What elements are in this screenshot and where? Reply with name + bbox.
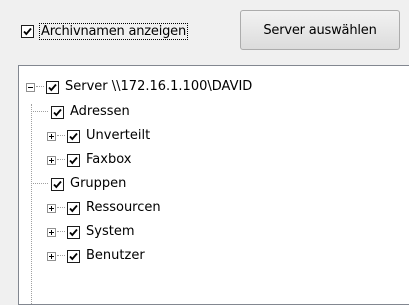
checkbox-checked-icon[interactable] <box>51 105 64 119</box>
checkbox-checked-icon[interactable] <box>67 153 80 167</box>
tree-node-label: Gruppen <box>70 176 127 191</box>
checkbox-checked-icon[interactable] <box>51 177 64 191</box>
toolbar: Archivnamen anzeigen Server auswählen <box>0 0 409 60</box>
show-archive-names-checkbox[interactable]: Archivnamen anzeigen <box>21 22 189 40</box>
checkbox-checked-icon[interactable] <box>21 24 34 38</box>
show-archive-names-label[interactable]: Archivnamen anzeigen <box>39 22 189 40</box>
expand-icon[interactable] <box>47 131 56 141</box>
expand-icon[interactable] <box>47 227 56 237</box>
tree-node-label: Benutzer <box>86 248 145 263</box>
tree-node-label: Ressourcen <box>86 200 161 215</box>
tree-connector <box>57 231 65 233</box>
tree-node-server-root[interactable]: Server \\172.16.1.100\DAVID <box>26 76 252 98</box>
tree-node-faxbox[interactable]: Faxbox <box>47 149 131 171</box>
tree-node-label: Unverteilt <box>86 128 151 143</box>
tree-connector <box>57 159 65 161</box>
expand-icon[interactable] <box>47 251 56 261</box>
tree-connector <box>36 86 44 88</box>
select-server-button[interactable]: Server auswählen <box>240 10 400 50</box>
checkbox-checked-icon[interactable] <box>67 249 80 263</box>
checkbox-checked-icon[interactable] <box>67 129 80 143</box>
expand-icon[interactable] <box>47 155 56 165</box>
tree-node-unverteilt[interactable]: Unverteilt <box>47 125 150 147</box>
tree-node-gruppen[interactable]: Gruppen <box>31 173 126 195</box>
tree-connector <box>31 183 48 185</box>
tree-node-system[interactable]: System <box>47 221 134 243</box>
tree-node-label: Adressen <box>70 104 130 119</box>
checkbox-checked-icon[interactable] <box>67 201 80 215</box>
tree-node-label: System <box>86 224 135 239</box>
tree-node-label: Faxbox <box>86 152 132 167</box>
tree-node-label: Server \\172.16.1.100\DAVID <box>65 79 253 94</box>
collapse-icon[interactable] <box>26 82 35 92</box>
server-tree-view[interactable]: Server \\172.16.1.100\DAVID Adressen Unv… <box>18 65 409 305</box>
checkbox-checked-icon[interactable] <box>46 80 59 94</box>
tree-node-ressourcen[interactable]: Ressourcen <box>47 197 161 219</box>
tree-node-adressen[interactable]: Adressen <box>31 101 130 123</box>
expand-icon[interactable] <box>47 203 56 213</box>
tree-node-benutzer[interactable]: Benutzer <box>47 245 145 267</box>
checkbox-checked-icon[interactable] <box>67 225 80 239</box>
tree-connector <box>57 255 65 257</box>
tree-connector <box>57 135 65 137</box>
tree-connector <box>57 207 65 209</box>
tree-connector <box>31 111 48 113</box>
tree-connector-line <box>31 104 32 304</box>
